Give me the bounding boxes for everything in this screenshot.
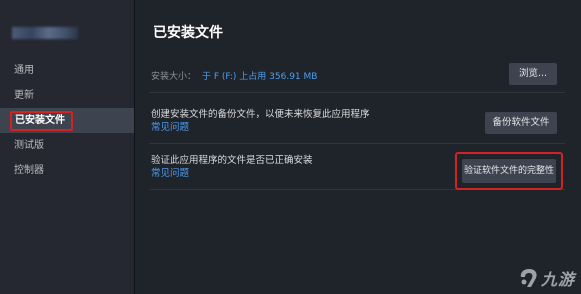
install-size-row: 安装大小： 于 F (F:) 上占用 356.91 MB 浏览... [149, 61, 565, 93]
sidebar-item-controller[interactable]: 控制器 [0, 158, 134, 183]
verify-description: 验证此应用程序的文件是否已正确安装 [151, 155, 313, 166]
backup-description: 创建安装文件的备份文件，以便未来恢复此应用程序 [151, 109, 370, 120]
backup-text-block: 创建安装文件的备份文件，以便未来恢复此应用程序 常见问题 [151, 108, 370, 134]
verify-integrity-button[interactable]: 验证软件文件的完整性 [462, 159, 556, 183]
sidebar-item-installed-files-label: 已安装文件 [10, 111, 73, 131]
verify-highlight-box: 验证软件文件的完整性 [455, 152, 563, 190]
install-size-value: 于 F (F:) 上占用 356.91 MB [202, 72, 318, 82]
verify-faq-link[interactable]: 常见问题 [151, 167, 313, 180]
backup-row: 创建安装文件的备份文件，以便未来恢复此应用程序 常见问题 备份软件文件 [149, 102, 565, 144]
watermark: 九游 [515, 266, 575, 290]
watermark-text: 九游 [540, 270, 575, 289]
page-title: 已安装文件 [153, 25, 223, 41]
properties-window: 通用 更新 已安装文件 测试版 控制器 已安装文件 安装大小： 于 F (F:) … [0, 0, 581, 294]
backup-faq-link[interactable]: 常见问题 [151, 121, 370, 134]
verify-text-block: 验证此应用程序的文件是否已正确安装 常见问题 [151, 154, 313, 180]
backup-files-button[interactable]: 备份软件文件 [485, 112, 557, 134]
watermark-logo-icon [520, 269, 537, 287]
sidebar-item-general[interactable]: 通用 [0, 58, 134, 83]
install-size-text: 安装大小： 于 F (F:) 上占用 356.91 MB [151, 69, 317, 82]
browse-button[interactable]: 浏览... [509, 63, 557, 85]
sidebar-item-installed-files[interactable]: 已安装文件 [0, 108, 134, 133]
game-name-blurred [12, 27, 78, 39]
sidebar-nav: 通用 更新 已安装文件 测试版 控制器 [0, 58, 134, 183]
verify-row: 验证此应用程序的文件是否已正确安装 常见问题 验证软件文件的完整性 [149, 148, 565, 190]
sidebar-item-betas[interactable]: 测试版 [0, 133, 134, 158]
sidebar-item-updates[interactable]: 更新 [0, 83, 134, 108]
sidebar: 通用 更新 已安装文件 测试版 控制器 [0, 0, 134, 294]
main-panel: 已安装文件 安装大小：于 F (F:) 上占用 356.91 MB 浏览... … [134, 0, 581, 294]
install-size-label: 安装大小： [151, 72, 197, 82]
